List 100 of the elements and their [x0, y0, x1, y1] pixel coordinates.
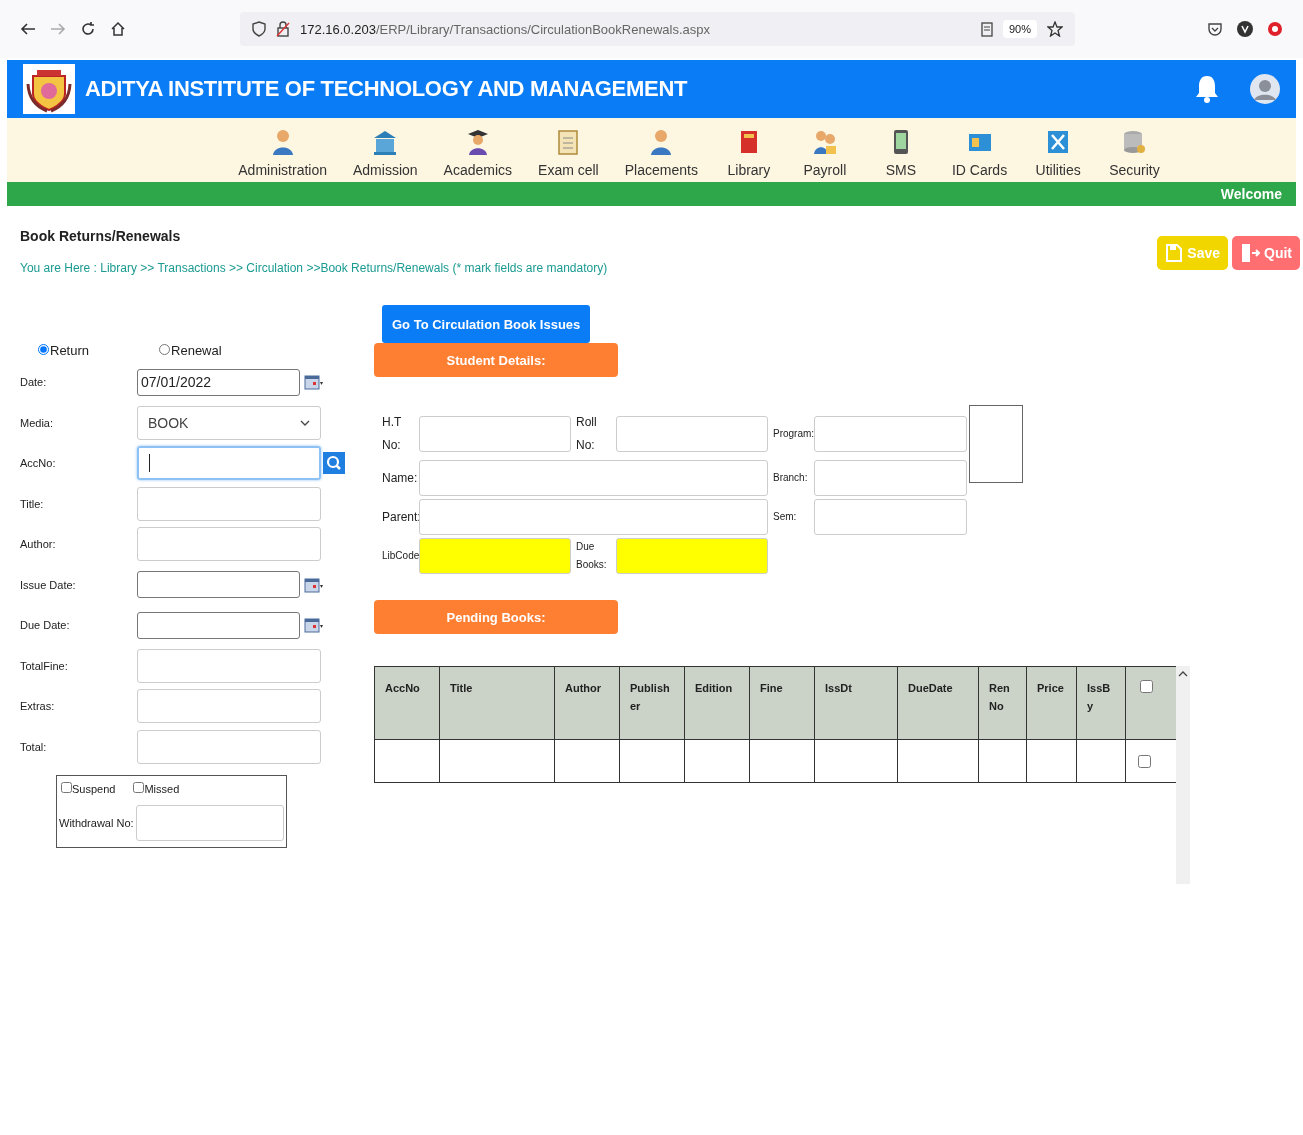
extension-icon[interactable] — [1237, 21, 1253, 37]
field-label: H.T No: — [381, 414, 403, 454]
nav-item[interactable]: Exam cell — [532, 128, 605, 182]
student-field[interactable] — [419, 538, 571, 574]
star-icon[interactable] — [1047, 21, 1063, 37]
nav-item[interactable]: Security — [1103, 128, 1166, 182]
url-text: 172.16.0.203/ERP/Library/Transactions/CirculationBookRenewals.aspx — [300, 21, 710, 37]
select-all-checkbox[interactable] — [1140, 680, 1153, 693]
text-field[interactable] — [137, 648, 321, 683]
zoom-badge[interactable]: 90% — [1002, 20, 1037, 38]
page-title: Book Returns/Renewals — [20, 228, 182, 244]
nav-item[interactable]: Admission — [347, 128, 424, 182]
chevron-down-icon — [300, 419, 310, 426]
nav-item[interactable]: Placements — [618, 128, 704, 182]
date-field[interactable] — [137, 571, 300, 599]
field-label: TotalFine: — [20, 659, 69, 672]
student-field[interactable] — [814, 416, 967, 452]
accno-field[interactable] — [137, 446, 321, 481]
college-logo-icon — [23, 64, 75, 114]
nav-item[interactable]: ID Cards — [945, 128, 1014, 182]
student-field[interactable] — [616, 538, 768, 574]
date-field[interactable]: 07/01/2022 — [137, 368, 300, 396]
reader-icon[interactable] — [980, 21, 993, 37]
checkbox-input[interactable] — [61, 782, 72, 793]
pocket-icon[interactable] — [1207, 21, 1223, 37]
pdf-icon[interactable] — [1267, 21, 1283, 37]
field-label: Date: — [20, 376, 48, 389]
search-icon[interactable] — [323, 452, 345, 475]
nav-item[interactable]: Administration — [232, 128, 333, 182]
field-label: Branch: — [772, 471, 809, 485]
mode-radio[interactable]: Return — [38, 343, 90, 358]
address-bar[interactable]: 172.16.0.203/ERP/Library/Transactions/CirculationBookRenewals.aspx 90% — [240, 12, 1075, 46]
field-label: Roll No: — [575, 414, 598, 454]
avatar-icon[interactable] — [1250, 74, 1280, 104]
shield-icon — [252, 21, 266, 37]
field-label: AccNo: — [20, 457, 57, 470]
home-icon[interactable] — [110, 21, 126, 37]
nav-item[interactable]: Utilities — [1027, 128, 1090, 182]
reload-icon[interactable] — [80, 21, 96, 37]
calendar-icon[interactable] — [304, 576, 324, 593]
field-label: Name: — [381, 469, 418, 487]
radio-input[interactable] — [38, 344, 49, 355]
forward-icon[interactable] — [50, 22, 66, 36]
column-header: Author — [554, 666, 620, 740]
student-field[interactable] — [419, 499, 768, 535]
scrollbar[interactable] — [1176, 666, 1190, 884]
nav-item[interactable]: Payroll — [793, 128, 856, 182]
field-label: Parent: — [381, 508, 418, 526]
column-header: Publisher — [619, 666, 685, 740]
field-label: Due Date: — [20, 619, 71, 632]
section-header: Pending Books: — [374, 600, 618, 634]
database-icon — [1121, 128, 1148, 156]
field-label: Extras: — [20, 700, 56, 713]
nav-item[interactable]: Library — [717, 128, 780, 182]
text-field[interactable] — [137, 729, 321, 764]
student-field[interactable] — [616, 416, 768, 452]
field-label: Author: — [20, 538, 57, 551]
withdrawal-field[interactable] — [135, 805, 284, 841]
column-header: Edition — [684, 666, 750, 740]
text-field[interactable] — [137, 527, 321, 562]
people-icon — [811, 128, 838, 156]
institute-title: ADITYA INSTITUTE OF TECHNOLOGY AND MANAGEMENT — [85, 76, 688, 102]
go-to-issues-button[interactable]: Go To Circulation Book Issues — [382, 305, 591, 343]
checkbox-input[interactable] — [133, 782, 145, 793]
nav-item[interactable]: SMS — [869, 128, 932, 182]
student-field[interactable] — [419, 416, 571, 452]
row-checkbox[interactable] — [1138, 754, 1151, 768]
calendar-icon[interactable] — [304, 374, 324, 391]
field-label: Total: — [20, 740, 48, 753]
breadcrumb: You are Here : Library >> Transactions >> Circulation >>Book Returns/Renewals (* mark fields are mandatory) — [20, 261, 608, 275]
bell-icon[interactable] — [1194, 74, 1220, 104]
section-header: Student Details: — [374, 343, 618, 377]
radio-input[interactable] — [159, 344, 171, 355]
student-field[interactable] — [814, 499, 967, 535]
date-field[interactable] — [137, 611, 300, 639]
student-field[interactable] — [814, 460, 967, 496]
mode-radio[interactable]: Renewal — [159, 343, 222, 358]
field-label: Due Books: — [575, 540, 608, 572]
media-select[interactable]: BOOK — [137, 405, 321, 440]
column-header: RenNo — [978, 666, 1027, 740]
text-field[interactable] — [137, 689, 321, 724]
field-label: Withdrawal No: — [59, 817, 134, 829]
scroll-up-icon[interactable] — [1178, 670, 1188, 678]
column-header: IssBy — [1076, 666, 1126, 740]
lock-icon — [276, 21, 290, 37]
welcome-text: Welcome — [1220, 186, 1282, 202]
flag-checkbox[interactable]: Missed — [133, 782, 180, 795]
back-icon[interactable] — [20, 22, 36, 36]
field-label: Media: — [20, 416, 55, 429]
field-label: LibCode: — [381, 549, 418, 563]
text-field[interactable] — [137, 486, 321, 521]
student-field[interactable] — [419, 460, 768, 496]
exit-icon — [1240, 242, 1260, 264]
field-label: Issue Date: — [20, 578, 77, 591]
flag-checkbox[interactable]: Suspend — [61, 782, 116, 795]
nav-item[interactable]: Academics — [437, 128, 519, 182]
column-header: IssDt — [814, 666, 898, 740]
calendar-icon[interactable] — [304, 617, 324, 634]
field-label: Title: — [20, 497, 45, 510]
column-header: AccNo — [374, 666, 440, 740]
